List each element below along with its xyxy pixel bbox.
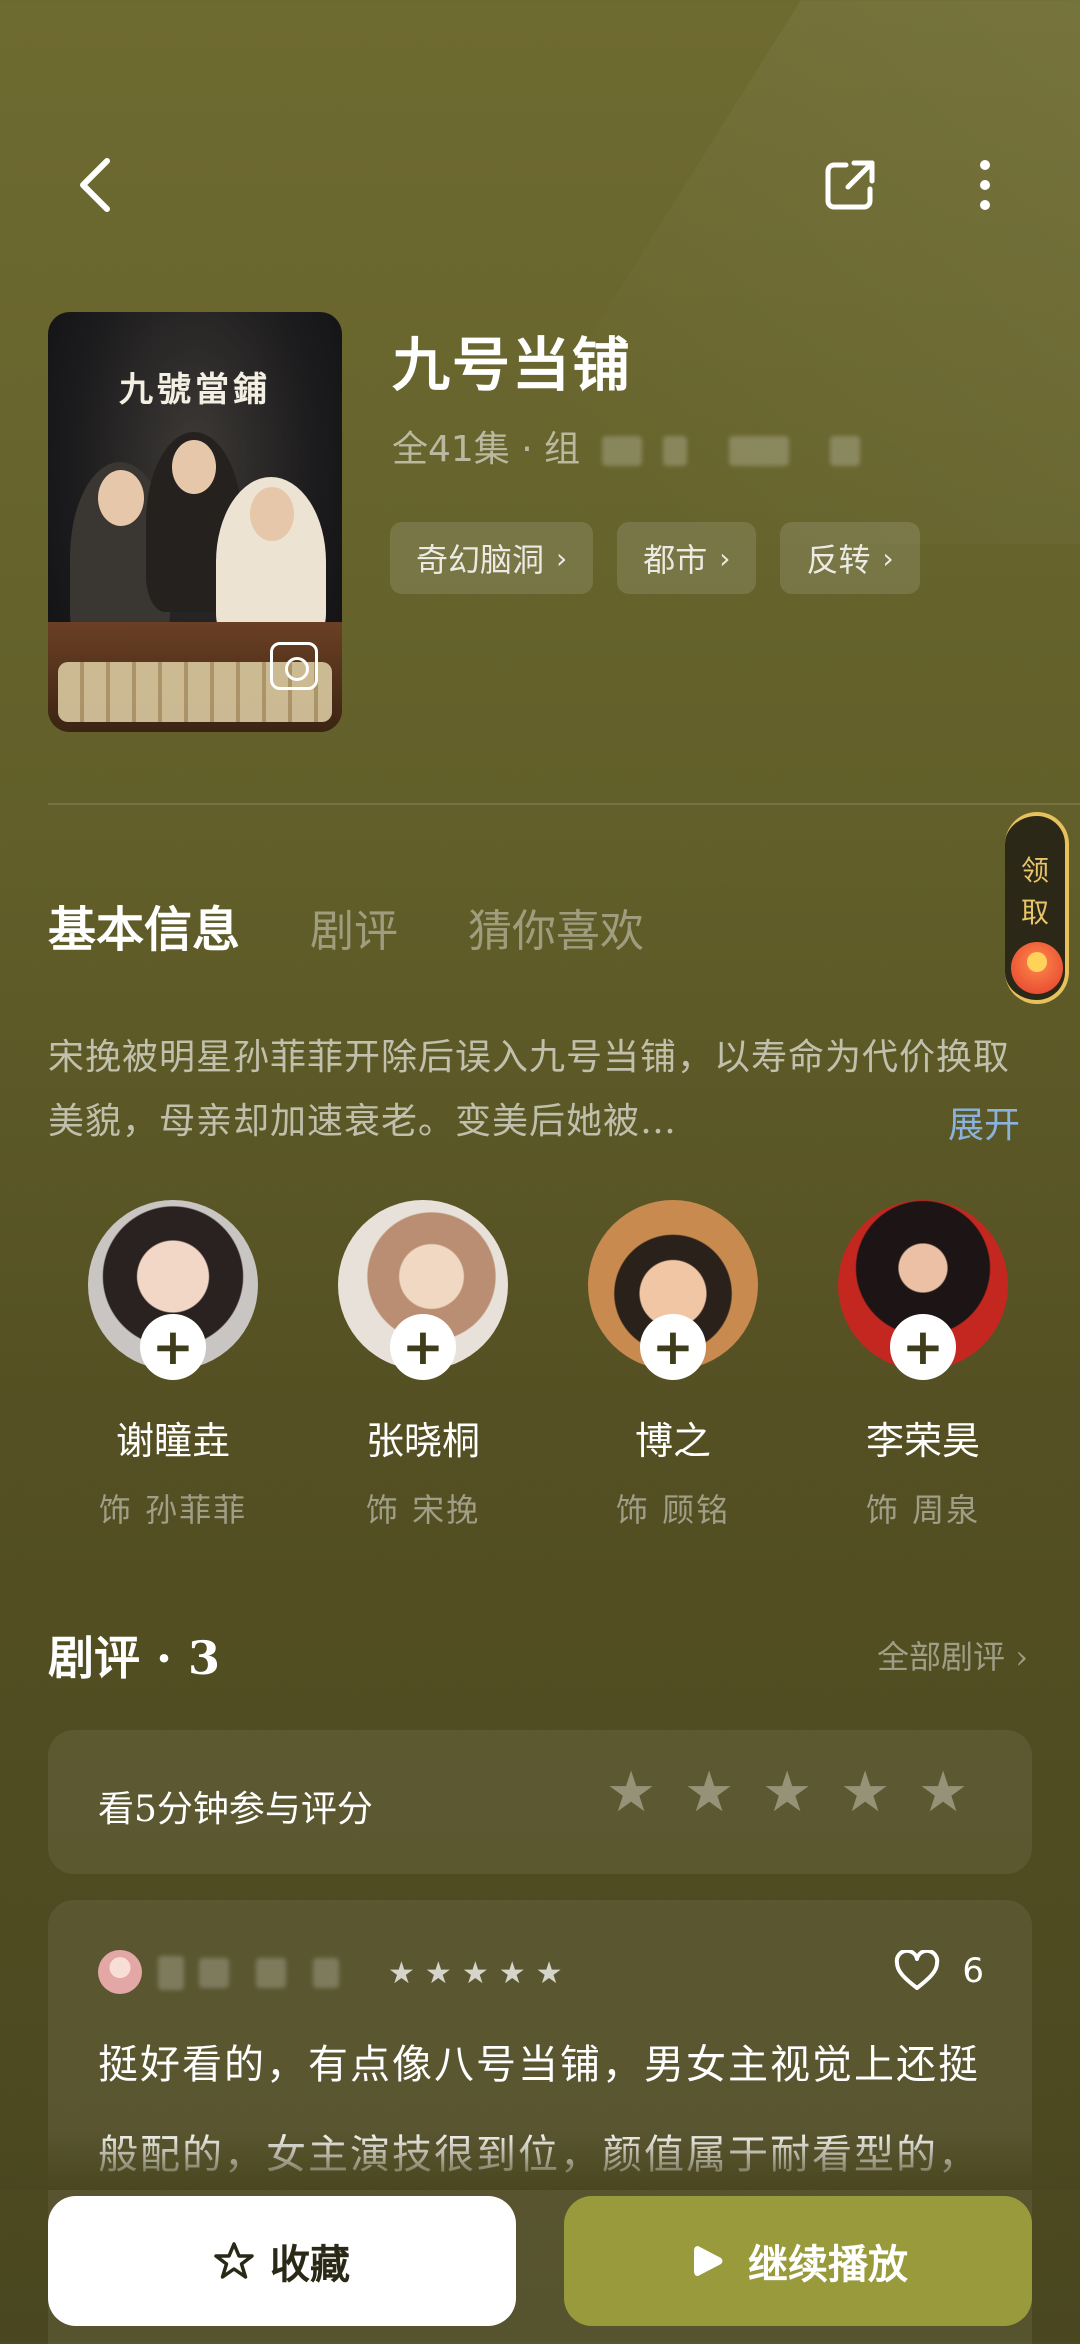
cast-item[interactable]: + 张晓桐 饰 宋挽 (298, 1200, 548, 1531)
reward-label: 领取 (1005, 850, 1065, 934)
star-icon: ★ (498, 1956, 526, 1991)
cast-item[interactable]: + 谢瞳垚 饰 孙菲菲 (48, 1200, 298, 1531)
chevron-right-icon: › (719, 541, 731, 575)
share-icon (825, 160, 875, 210)
rating-card: 看5分钟参与评分 ★ ★ ★ ★ ★ (48, 1730, 1032, 1874)
follow-plus-icon[interactable]: + (640, 1314, 706, 1380)
tag-label: 都市 (643, 541, 708, 579)
avatar[interactable]: + (338, 1200, 508, 1380)
reviewer-name-blurred (158, 1956, 340, 1990)
star-outline-icon (214, 2242, 254, 2279)
cast-role: 饰 顾铭 (615, 1491, 731, 1529)
star-icon[interactable]: ★ (684, 1765, 734, 1821)
episode-meta: 全41集 · 组 (392, 420, 860, 472)
star-icon: ★ (424, 1956, 452, 1991)
blurred-text (663, 436, 688, 466)
rating-prompt: 看5分钟参与评分 (98, 1789, 373, 1830)
synopsis-text: 宋挽被明星孙菲菲开除后误入九号当铺，以寿命为代价换取美貌，母亲却加速衰老。变美后… (48, 1037, 1011, 1142)
cast-name: 谢瞳垚 (115, 1419, 230, 1463)
reward-float-button[interactable]: 领取 (1005, 812, 1069, 1004)
poster-image[interactable]: 九號當鋪 (48, 312, 342, 732)
blurred-text (313, 1958, 340, 1988)
avatar[interactable]: + (588, 1200, 758, 1380)
tag-label: 奇幻脑洞 (416, 541, 545, 579)
favorite-button[interactable]: 收藏 (48, 2196, 516, 2326)
cast-name: 张晓桐 (365, 1419, 480, 1463)
tag-label: 反转 (806, 541, 871, 579)
star-icon: ★ (388, 1956, 415, 1991)
blurred-text (829, 436, 860, 466)
chevron-right-icon: › (882, 541, 894, 575)
chevron-left-icon (80, 158, 110, 212)
star-icon: ★ (461, 1956, 489, 1991)
blurred-text (199, 1958, 230, 1988)
cast-list: + 谢瞳垚 饰 孙菲菲 + 张晓桐 饰 宋挽 + 博之 饰 顾铭 + 李荣昊 饰… (48, 1200, 1048, 1531)
poster-face (172, 440, 216, 494)
blurred-text (601, 436, 642, 466)
star-icon: ★ (535, 1956, 563, 1991)
chevron-right-icon: › (556, 541, 568, 575)
continue-play-button[interactable]: 继续播放 (564, 2196, 1032, 2326)
avatar[interactable]: + (88, 1200, 258, 1380)
cast-item[interactable]: + 李荣昊 饰 周泉 (798, 1200, 1048, 1531)
back-button[interactable] (60, 150, 130, 220)
episode-count: 全41集 · 组 (392, 429, 581, 470)
poster-face (250, 487, 294, 541)
blurred-text (256, 1958, 287, 1988)
more-button[interactable] (950, 150, 1020, 220)
tag-list: 奇幻脑洞 › 都市 › 反转 › (390, 522, 920, 594)
play-icon (694, 2246, 723, 2276)
tab-reviews[interactable]: 剧评 (310, 895, 398, 959)
expand-link[interactable]: 展开 (948, 1096, 1020, 1148)
star-icon[interactable]: ★ (918, 1765, 968, 1821)
tag-chip[interactable]: 奇幻脑洞 › (390, 522, 594, 594)
cast-role: 饰 周泉 (865, 1491, 981, 1529)
reviews-title: 剧评 · 3 (48, 1631, 221, 1685)
cast-item[interactable]: + 博之 饰 顾铭 (548, 1200, 798, 1531)
cast-role: 饰 宋挽 (365, 1491, 481, 1529)
all-reviews-link[interactable]: 全部剧评 › (877, 1632, 1028, 1678)
blurred-text (728, 436, 789, 466)
tag-chip[interactable]: 都市 › (617, 522, 757, 594)
blurred-text (158, 1956, 184, 1990)
cast-name: 博之 (634, 1419, 711, 1463)
bottom-action-bar: 收藏 继续播放 (0, 2170, 1080, 2344)
cast-name: 李荣昊 (865, 1419, 980, 1463)
camera-badge-icon (270, 642, 318, 690)
like-count: 6 (962, 1951, 984, 1991)
cast-role: 饰 孙菲菲 (98, 1491, 248, 1529)
poster-face (98, 470, 144, 526)
follow-plus-icon[interactable]: + (390, 1314, 456, 1380)
star-icon[interactable]: ★ (840, 1765, 890, 1821)
follow-plus-icon[interactable]: + (140, 1314, 206, 1380)
red-packet-icon (1011, 942, 1063, 994)
tag-chip[interactable]: 反转 › (780, 522, 920, 594)
rating-stars[interactable]: ★ ★ ★ ★ ★ (606, 1765, 968, 1821)
reviewer-avatar[interactable] (98, 1950, 142, 1994)
divider (48, 803, 1080, 805)
continue-play-label: 继续播放 (748, 2241, 908, 2288)
share-button[interactable] (815, 150, 885, 220)
more-vertical-icon (980, 160, 990, 210)
tab-basic-info[interactable]: 基本信息 (48, 890, 240, 960)
poster-title: 九號當鋪 (119, 370, 271, 410)
follow-plus-icon[interactable]: + (890, 1314, 956, 1380)
reward-label-text: 领取 (1020, 854, 1049, 929)
heart-icon (895, 1950, 940, 1990)
favorite-label: 收藏 (270, 2241, 350, 2288)
avatar[interactable]: + (838, 1200, 1008, 1380)
star-icon[interactable]: ★ (762, 1765, 812, 1821)
review-stars: ★ ★ ★ ★ ★ (388, 1956, 563, 1991)
like-button[interactable]: 6 (894, 1950, 984, 1992)
show-title: 九号当铺 (392, 331, 633, 399)
star-icon[interactable]: ★ (606, 1765, 656, 1821)
tab-recommend[interactable]: 猜你喜欢 (468, 895, 644, 959)
detail-tabs: 基本信息 剧评 猜你喜欢 (48, 890, 644, 960)
